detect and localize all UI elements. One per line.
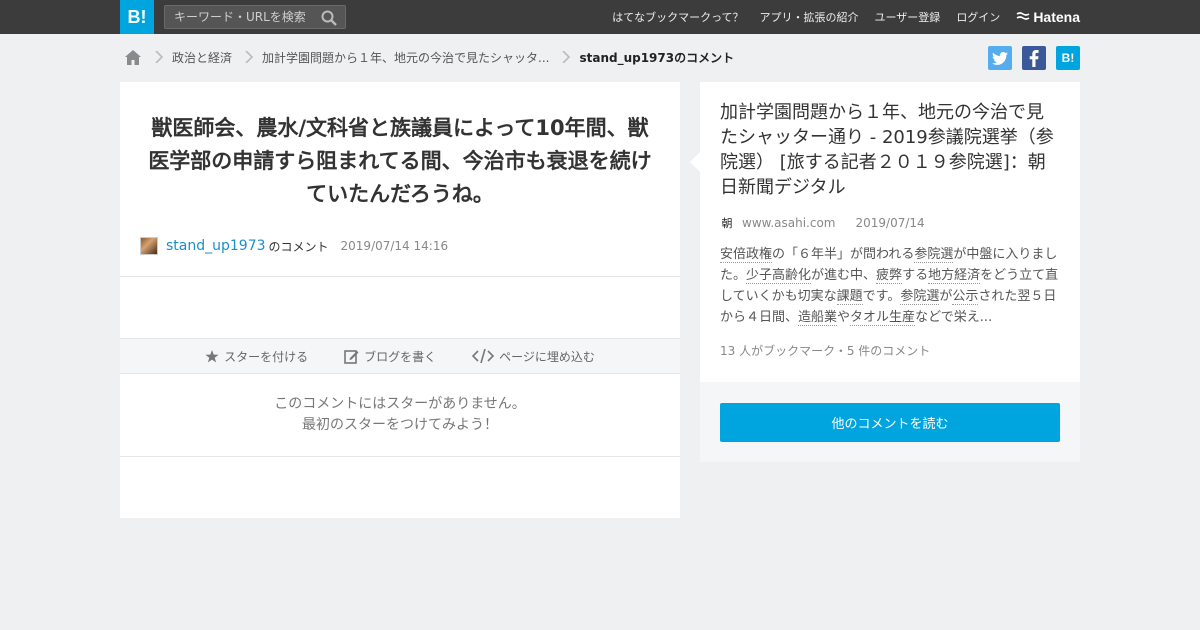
nav-login[interactable]: ログイン — [956, 9, 1000, 25]
entry-source: 朝 www.asahi.com 2019/07/14 — [720, 216, 1060, 230]
nav-about[interactable]: はてなブックマークって？ — [612, 9, 743, 25]
summary-keyword-link[interactable]: 少子高齢化 — [746, 268, 812, 284]
top-bar: B! はてなブックマークって？ アプリ・拡張の紹介 ユーザー登録 ログイン Ha… — [0, 0, 1200, 34]
edit-icon — [344, 349, 359, 364]
summary-keyword-link[interactable]: 公示 — [952, 289, 979, 305]
summary-keyword-link[interactable]: 造船業 — [798, 310, 838, 326]
avatar[interactable] — [140, 237, 158, 255]
entry-domain-link[interactable]: www.asahi.com — [742, 216, 836, 230]
summary-keyword-link[interactable]: 参院選 — [900, 289, 940, 305]
summary-text: や — [837, 310, 851, 325]
breadcrumb: 政治と経済 加計学園問題から１年、地元の今治で見たシャッタ... stand_u… — [124, 46, 734, 68]
entry-panel: 加計学園問題から１年、地元の今治で見たシャッター通り - 2019参議院選挙（参… — [690, 82, 1080, 382]
divider — [120, 276, 680, 277]
no-stars-message: このコメントにはスターがありません。 最初のスターをつけてみよう！ — [120, 394, 680, 436]
summary-keyword-link[interactable]: 地方経済 — [928, 268, 981, 284]
home-icon[interactable] — [124, 49, 142, 66]
summary-text: が — [939, 289, 953, 304]
hatena-bookmark-logo[interactable]: B! — [120, 0, 154, 34]
search-icon[interactable] — [321, 10, 337, 26]
no-stars-line2: 最初のスターをつけてみよう！ — [302, 417, 498, 433]
embed-page-button[interactable]: ページに埋め込む — [472, 348, 595, 365]
entry-summary: 安倍政権の「６年半」が問われる参院選が中盤に入りました。少子高齢化が進む中、疲弊… — [720, 244, 1060, 328]
no-stars-line1: このコメントにはスターがありません。 — [274, 396, 526, 412]
twitter-icon — [992, 51, 1008, 65]
comment-timestamp: 2019/07/14 14:16 — [340, 239, 449, 253]
divider — [120, 456, 680, 457]
more-comments-area: 他のコメントを読む — [700, 382, 1080, 462]
hatena-brand-label: Hatena — [1033, 9, 1080, 25]
hatena-brand[interactable]: Hatena — [1016, 9, 1080, 25]
search-input[interactable] — [165, 6, 315, 28]
code-icon — [472, 349, 495, 363]
hatena-mark-icon — [1016, 12, 1030, 20]
add-star-label: スターを付ける — [224, 349, 309, 364]
comment-user-link[interactable]: stand_up1973 — [166, 238, 266, 254]
breadcrumb-category[interactable]: 政治と経済 — [172, 49, 232, 66]
nav-register[interactable]: ユーザー登録 — [875, 9, 941, 25]
hatena-share-button[interactable]: B! — [1056, 46, 1080, 70]
summary-keyword-link[interactable]: 安倍政権 — [720, 247, 773, 263]
comment-card: 獣医師会、農水/文科省と族議員によって10年間、獣医学部の申請すら阻まれてる間、… — [120, 82, 680, 518]
chevron-right-icon — [245, 51, 254, 63]
entry-stats[interactable]: 13 人がブックマーク・5 件のコメント — [720, 342, 1060, 359]
entry-date: 2019/07/14 — [855, 216, 925, 230]
svg-text:朝: 朝 — [722, 217, 733, 230]
search-box — [164, 5, 346, 29]
comment-meta: stand_up1973 のコメント 2019/07/14 14:16 — [140, 237, 448, 255]
twitter-share-button[interactable] — [988, 46, 1012, 70]
comment-text: 獣医師会、農水/文科省と族議員によって10年間、獣医学部の申請すら阻まれてる間、… — [148, 116, 652, 206]
add-star-button[interactable]: スターを付ける — [205, 348, 308, 365]
write-blog-button[interactable]: ブログを書く — [344, 348, 436, 365]
summary-text: が進む中、 — [811, 268, 877, 283]
comment-suffix: のコメント — [268, 239, 329, 254]
top-nav: はてなブックマークって？ アプリ・拡張の紹介 ユーザー登録 ログイン Haten… — [596, 0, 1080, 34]
summary-keyword-link[interactable]: 疲弊 — [876, 268, 903, 284]
summary-text: などで栄え... — [915, 310, 993, 325]
breadcrumb-current: stand_up1973のコメント — [579, 50, 735, 65]
write-blog-label: ブログを書く — [364, 349, 437, 364]
summary-text: の「６年半」が問われる — [772, 247, 915, 262]
summary-text: する — [902, 268, 929, 283]
chevron-right-icon — [562, 51, 571, 63]
comment-actions: スターを付ける ブログを書く ページに埋め込む — [120, 338, 680, 374]
chevron-right-icon — [155, 51, 164, 63]
nav-apps[interactable]: アプリ・拡張の紹介 — [760, 9, 859, 25]
summary-keyword-link[interactable]: タオル生産 — [850, 310, 916, 326]
breadcrumb-entry[interactable]: 加計学園問題から１年、地元の今治で見たシャッタ... — [262, 49, 549, 66]
entry-title-link[interactable]: 加計学園問題から１年、地元の今治で見たシャッター通り - 2019参議院選挙（参… — [720, 100, 1060, 200]
asahi-favicon-icon: 朝 — [720, 216, 734, 230]
star-icon — [205, 349, 219, 362]
read-more-comments-button[interactable]: 他のコメントを読む — [720, 403, 1060, 442]
hatena-share-label: B! — [1061, 51, 1075, 65]
summary-keyword-link[interactable]: 課題 — [836, 289, 863, 305]
entry-pointer — [690, 152, 700, 172]
facebook-share-button[interactable] — [1022, 46, 1046, 70]
summary-text: です。 — [862, 289, 901, 304]
summary-keyword-link[interactable]: 参院選 — [914, 247, 954, 263]
share-buttons: B! — [978, 46, 1080, 70]
embed-page-label: ページに埋め込む — [499, 349, 595, 364]
facebook-icon — [1029, 49, 1039, 67]
